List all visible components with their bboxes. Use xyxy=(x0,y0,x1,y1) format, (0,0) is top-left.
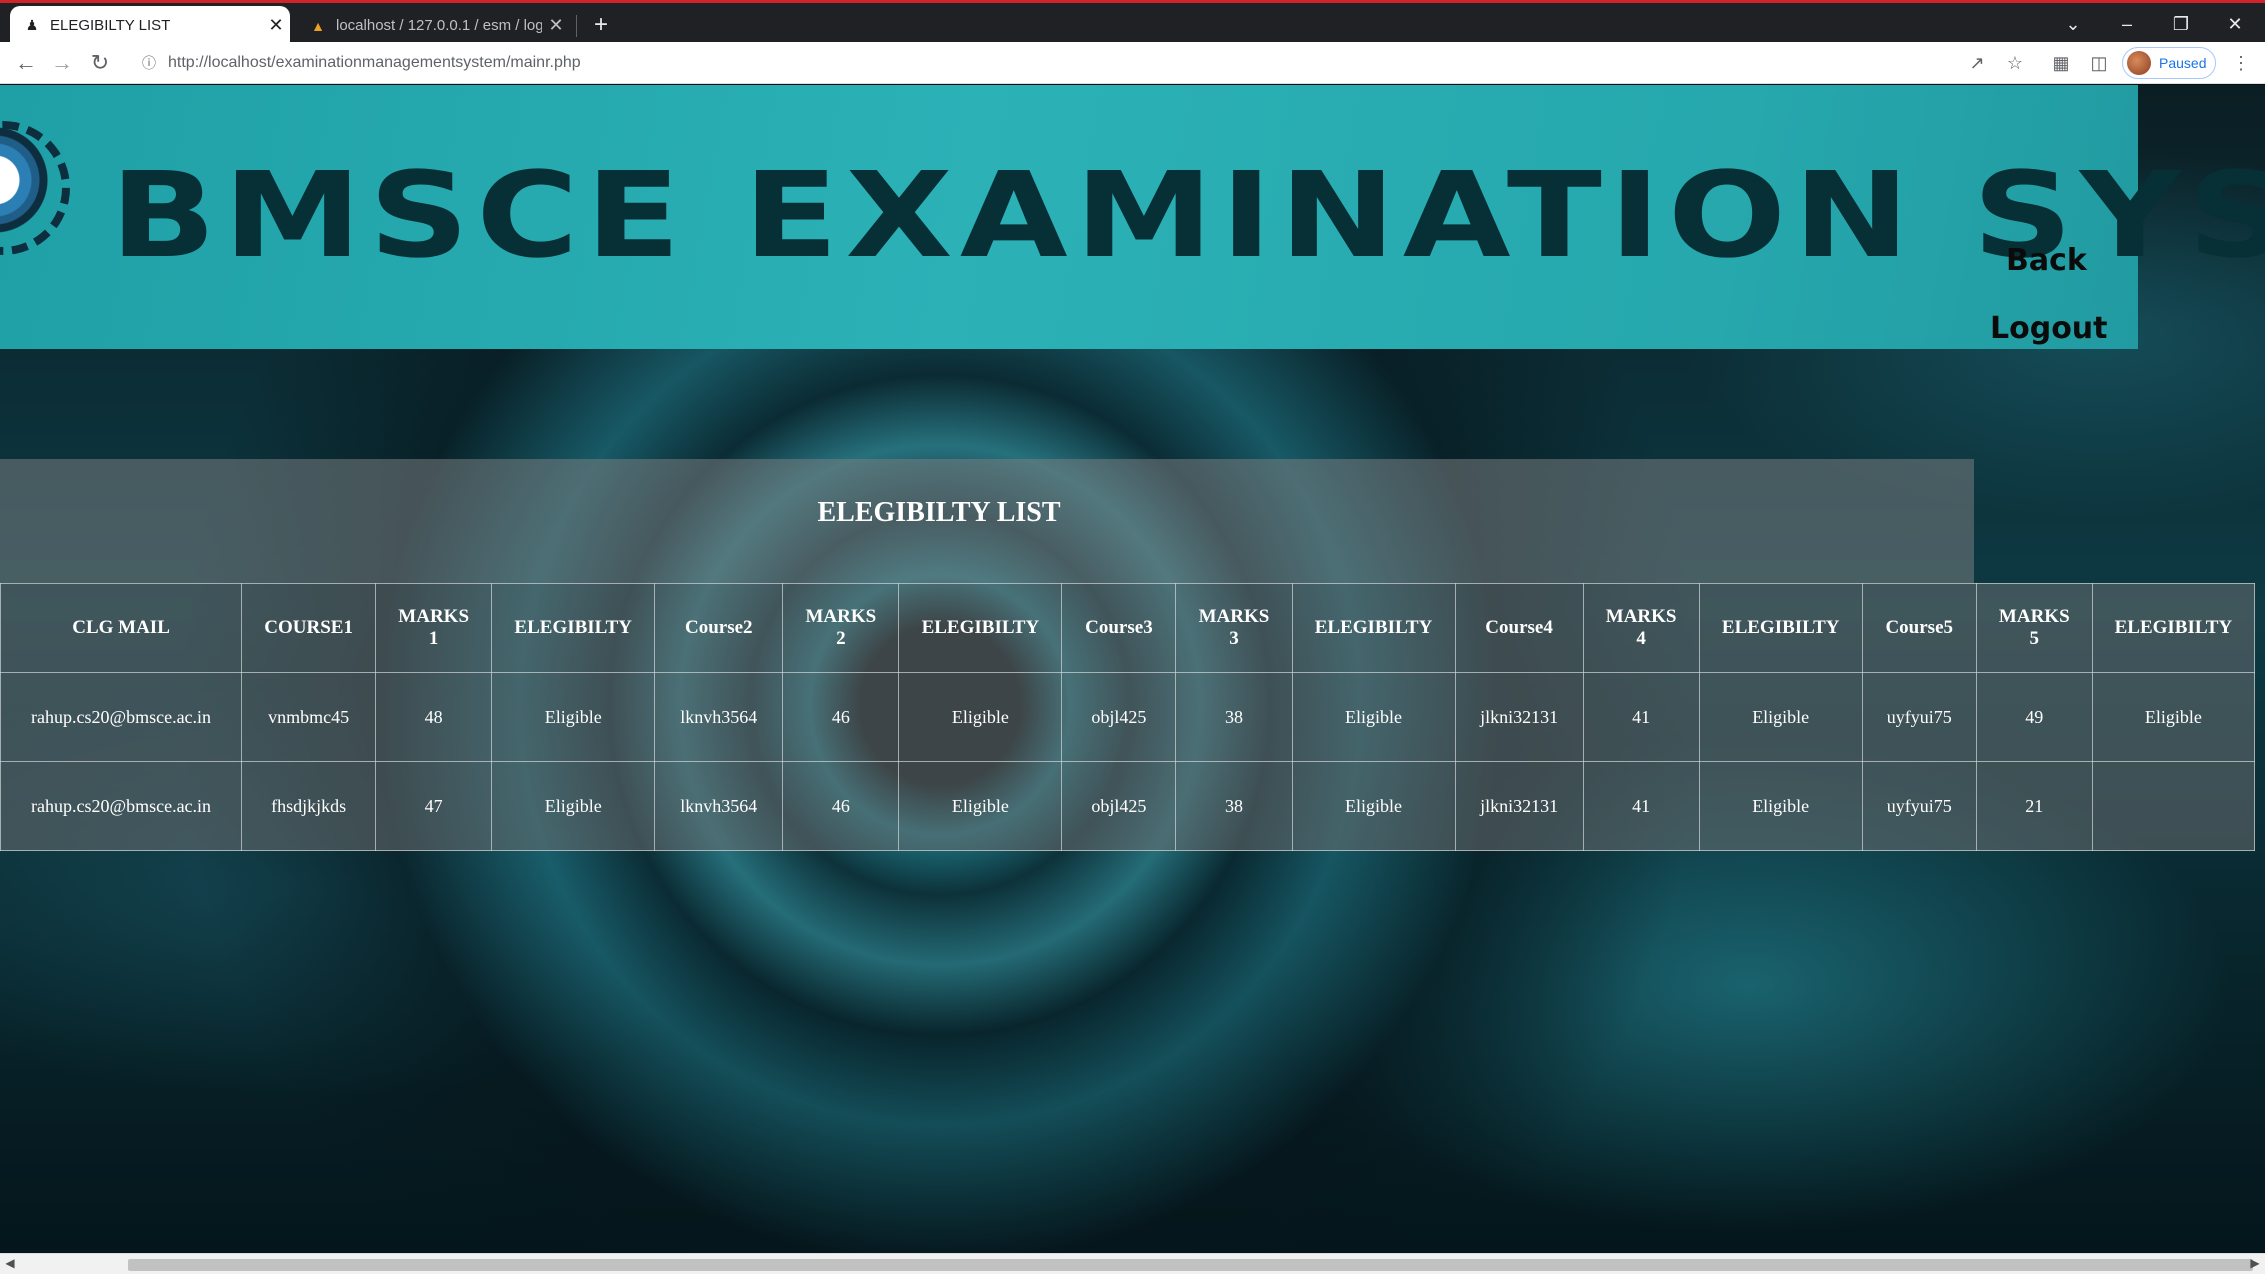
close-tab-icon[interactable]: ✕ xyxy=(262,15,290,36)
table-cell: jlkni32131 xyxy=(1454,672,1584,762)
list-title: ELEGIBILTY LIST xyxy=(817,497,1061,528)
table-cell: 47 xyxy=(375,761,493,851)
extensions-puzzle-icon[interactable]: ▦ xyxy=(2046,48,2076,78)
table-cell: Eligible xyxy=(491,761,656,851)
site-header: BMSCE EXAMINATION SYSTEM Back Logout xyxy=(0,85,2265,349)
table-cell: 46 xyxy=(782,672,900,762)
college-logo xyxy=(0,121,70,255)
column-header: MARKS 4 xyxy=(1582,583,1700,673)
column-header: ELEGIBILTY xyxy=(1291,583,1456,673)
table-cell: 38 xyxy=(1175,761,1293,851)
column-header: Course2 xyxy=(654,583,784,673)
phpmyadmin-icon: ▲ xyxy=(311,17,325,34)
table-cell: Eligible xyxy=(898,761,1063,851)
close-tab-icon[interactable]: ✕ xyxy=(542,15,570,36)
column-header: MARKS 1 xyxy=(375,583,493,673)
site-title: BMSCE EXAMINATION SYSTEM xyxy=(110,146,2265,284)
avatar xyxy=(2127,51,2151,75)
new-tab-button[interactable]: + xyxy=(586,9,616,41)
table-header-row: CLG MAIL COURSE1 MARKS 1 ELEGIBILTY Course2 MA… xyxy=(0,583,2256,673)
horizontal-scrollbar[interactable]: ◀ ▶ xyxy=(0,1253,2265,1274)
table-cell: vnmbmc45 xyxy=(241,672,377,762)
bookmark-star-icon[interactable]: ☆ xyxy=(2000,48,2030,78)
column-header: ELEGIBILTY xyxy=(491,583,656,673)
table-cell: 48 xyxy=(375,672,493,762)
forward-arrow-icon[interactable]: → xyxy=(46,48,78,78)
column-header: ELEGIBILTY xyxy=(2091,583,2256,673)
page-viewport: BMSCE EXAMINATION SYSTEM Back Logout ELE… xyxy=(0,85,2265,1253)
table-cell: 41 xyxy=(1582,761,1700,851)
restore-icon[interactable]: ❐ xyxy=(2156,6,2206,42)
share-icon[interactable]: ↗ xyxy=(1962,48,1992,78)
tab-phpmyadmin[interactable]: ▲ localhost / 127.0.0.1 / esm / login ✕ xyxy=(296,6,570,45)
table-row: rahup.cs20@bmsce.ac.in fhsdjkjkds 47 Eligib… xyxy=(0,761,2256,851)
table-cell: 46 xyxy=(782,761,900,851)
table-cell: 49 xyxy=(1975,672,2093,762)
table-cell: Eligible xyxy=(1698,672,1863,762)
tab-search-chevron-icon[interactable]: ⌄ xyxy=(2048,6,2098,42)
tab-elegibility-list[interactable]: ♟ ELEGIBILTY LIST ✕ xyxy=(10,6,290,45)
reload-icon[interactable]: ↻ xyxy=(84,48,116,78)
close-window-icon[interactable]: ✕ xyxy=(2210,6,2260,42)
scrollbar-thumb[interactable] xyxy=(128,1259,2253,1271)
column-header: MARKS 2 xyxy=(782,583,900,673)
table-cell: uyfyui75 xyxy=(1861,761,1977,851)
person-icon: ♟ xyxy=(25,17,39,33)
table-cell: uyfyui75 xyxy=(1861,672,1977,762)
column-header: Course5 xyxy=(1861,583,1977,673)
column-header: CLG MAIL xyxy=(0,583,243,673)
table-cell: Eligible xyxy=(1698,761,1863,851)
scroll-right-icon[interactable]: ▶ xyxy=(2247,1256,2263,1270)
profile-button[interactable]: Paused xyxy=(2122,47,2216,79)
tab-title: ELEGIBILTY LIST xyxy=(50,17,171,34)
table-row: rahup.cs20@bmsce.ac.in vnmbmc45 48 Eligible… xyxy=(0,672,2256,762)
table-cell: lknvh3564 xyxy=(654,672,784,762)
column-header: MARKS 3 xyxy=(1175,583,1293,673)
side-panel-icon[interactable]: ◫ xyxy=(2084,48,2114,78)
table-cell: jlkni32131 xyxy=(1454,761,1584,851)
table-cell: Eligible xyxy=(2091,672,2256,762)
column-header: Course3 xyxy=(1061,583,1177,673)
scroll-left-icon[interactable]: ◀ xyxy=(2,1256,18,1270)
url-text[interactable]: http://localhost/examinationmanagementsy… xyxy=(168,54,581,72)
table-cell: Eligible xyxy=(1291,672,1456,762)
info-icon[interactable]: ⓘ xyxy=(138,53,160,73)
tab-title: localhost / 127.0.0.1 / esm / login xyxy=(336,17,542,34)
table-cell: rahup.cs20@bmsce.ac.in xyxy=(0,672,243,762)
kebab-menu-icon[interactable]: ⋮ xyxy=(2226,48,2256,78)
back-link[interactable]: Back xyxy=(2006,243,2087,278)
list-title-panel: ELEGIBILTY LIST xyxy=(0,459,1974,583)
table-cell xyxy=(2091,761,2256,851)
column-header: ELEGIBILTY xyxy=(898,583,1063,673)
tab-separator xyxy=(576,15,577,37)
address-bar[interactable]: ⓘ http://localhost/examinationmanagement… xyxy=(128,48,1988,78)
eligibility-table: CLG MAIL COURSE1 MARKS 1 ELEGIBILTY Course2 MA… xyxy=(0,583,2256,851)
table-cell: lknvh3564 xyxy=(654,761,784,851)
column-header: COURSE1 xyxy=(241,583,377,673)
browser-toolbar: ← → ↻ ⓘ http://localhost/examinationmana… xyxy=(0,42,2265,84)
back-arrow-icon[interactable]: ← xyxy=(10,48,42,78)
minimize-icon[interactable]: – xyxy=(2102,6,2152,42)
table-cell: fhsdjkjkds xyxy=(241,761,377,851)
table-body: rahup.cs20@bmsce.ac.in vnmbmc45 48 Eligible… xyxy=(0,672,2256,851)
column-header: ELEGIBILTY xyxy=(1698,583,1863,673)
profile-status: Paused xyxy=(2159,55,2207,71)
table-cell: 38 xyxy=(1175,672,1293,762)
table-cell: rahup.cs20@bmsce.ac.in xyxy=(0,761,243,851)
table-cell: 41 xyxy=(1582,672,1700,762)
column-header: Course4 xyxy=(1454,583,1584,673)
table-cell: Eligible xyxy=(898,672,1063,762)
table-cell: Eligible xyxy=(1291,761,1456,851)
column-header: MARKS 5 xyxy=(1975,583,2093,673)
browser-tab-strip: ♟ ELEGIBILTY LIST ✕ ▲ localhost / 127.0.… xyxy=(0,0,2265,45)
logout-link[interactable]: Logout xyxy=(1990,311,2108,346)
table-cell: 21 xyxy=(1975,761,2093,851)
table-cell: objl425 xyxy=(1061,761,1177,851)
table-cell: Eligible xyxy=(491,672,656,762)
table-cell: objl425 xyxy=(1061,672,1177,762)
